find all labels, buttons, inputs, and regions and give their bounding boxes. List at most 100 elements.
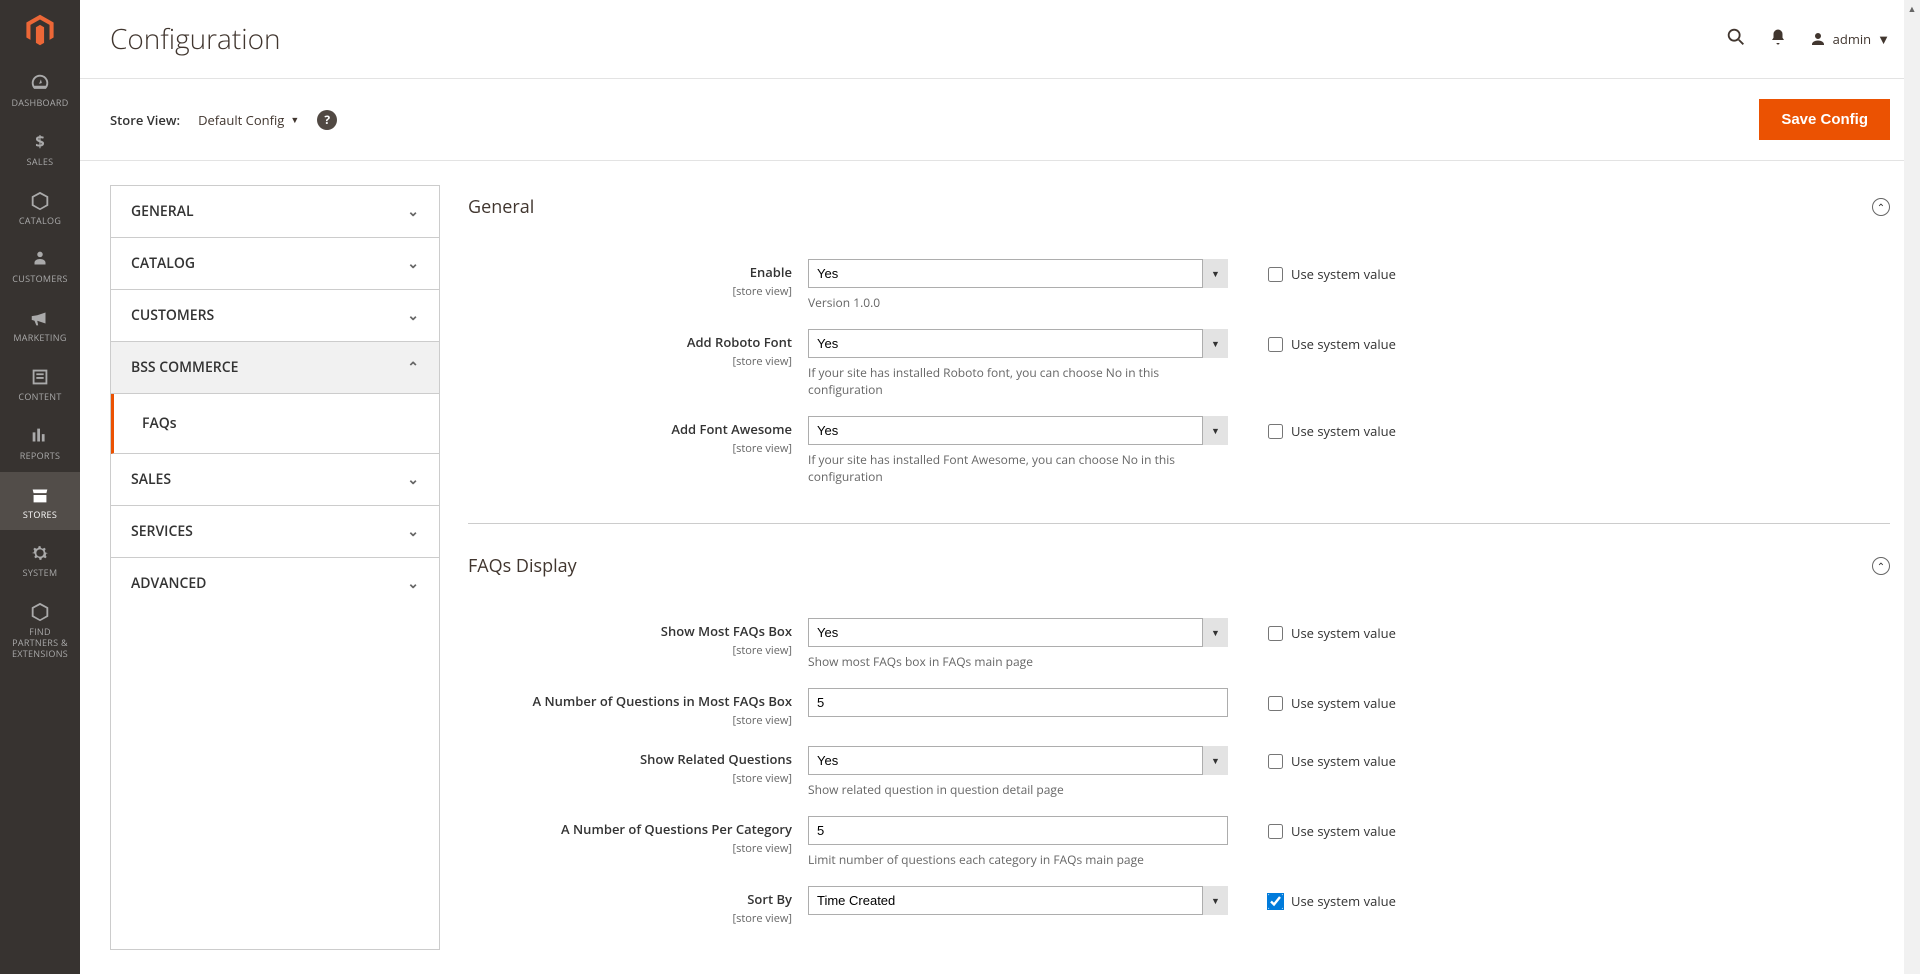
collapse-icon: ⌃	[1872, 198, 1890, 216]
config-tab-services[interactable]: SERVICES ⌄	[111, 506, 439, 558]
num-most-input[interactable]	[808, 688, 1228, 717]
nav-reports[interactable]: REPORTS	[0, 413, 80, 472]
use-system-checkbox[interactable]	[1268, 626, 1283, 641]
nav-dashboard[interactable]: DASHBOARD	[0, 60, 80, 119]
chevron-down-icon: ⌄	[407, 574, 419, 593]
nav-system[interactable]: SYSTEM	[0, 530, 80, 589]
tab-label: GENERAL	[131, 202, 194, 221]
field-note: If your site has installed Font Awesome,…	[808, 451, 1228, 485]
nav-content[interactable]: CONTENT	[0, 354, 80, 413]
field-label: Show Related Questions [store view]	[468, 746, 808, 786]
field-control: Yes ▼ If your site has installed Roboto …	[808, 329, 1228, 398]
use-system-checkbox[interactable]	[1268, 894, 1283, 909]
store-icon	[29, 484, 51, 506]
tab-label: BSS COMMERCE	[131, 358, 238, 377]
nav-partners[interactable]: FIND PARTNERS & EXTENSIONS	[0, 589, 80, 669]
header-actions: admin ▼	[1725, 26, 1890, 52]
config-tab-advanced[interactable]: ADVANCED ⌄	[111, 558, 439, 609]
nav-stores[interactable]: STORES	[0, 472, 80, 531]
chevron-down-icon: ⌄	[407, 470, 419, 489]
field-sort-by: Sort By [store view] Time Created ▼ Use …	[468, 886, 1890, 926]
config-tab-customers[interactable]: CUSTOMERS ⌄	[111, 290, 439, 342]
config-tab-bss-commerce[interactable]: BSS COMMERCE ⌃	[111, 342, 439, 394]
nav-label: CATALOG	[6, 216, 74, 227]
chevron-down-icon: ⌄	[407, 202, 419, 221]
help-icon[interactable]: ?	[317, 110, 337, 130]
roboto-select[interactable]: Yes	[808, 329, 1228, 358]
field-control: Yes ▼ Version 1.0.0	[808, 259, 1228, 311]
chevron-up-icon: ⌃	[407, 358, 419, 377]
use-system-checkbox[interactable]	[1268, 267, 1283, 282]
admin-sidebar: DASHBOARD $ SALES CATALOG CUSTOMERS MARK…	[0, 0, 80, 974]
tab-label: CUSTOMERS	[131, 306, 214, 325]
scrollbar[interactable]: ▲	[1904, 0, 1920, 974]
config-tab-general[interactable]: GENERAL ⌄	[111, 186, 439, 238]
tab-label: SERVICES	[131, 522, 193, 541]
chevron-down-icon: ⌄	[407, 522, 419, 541]
save-config-button[interactable]: Save Config	[1759, 99, 1890, 140]
use-system-checkbox[interactable]	[1268, 754, 1283, 769]
collapse-icon: ⌃	[1872, 557, 1890, 575]
partners-icon	[29, 601, 51, 623]
store-view-switcher[interactable]: Default Config ▼	[198, 111, 299, 129]
use-system-checkbox[interactable]	[1268, 424, 1283, 439]
config-nav: GENERAL ⌄ CATALOG ⌄ CUSTOMERS ⌄ BSS COMM…	[110, 185, 440, 950]
section-body-general: Enable [store view] Yes ▼ Version 1.0.0 …	[468, 229, 1890, 524]
toolbar-left: Store View: Default Config ▼ ?	[110, 110, 337, 130]
nav-customers[interactable]: CUSTOMERS	[0, 236, 80, 295]
field-note: Limit number of questions each category …	[808, 851, 1228, 868]
admin-user-menu[interactable]: admin ▼	[1809, 30, 1890, 48]
search-icon[interactable]	[1725, 26, 1747, 52]
config-tab-sales[interactable]: SALES ⌄	[111, 454, 439, 506]
sort-by-select[interactable]: Time Created	[808, 886, 1228, 915]
show-related-select[interactable]: Yes	[808, 746, 1228, 775]
field-label: Add Roboto Font [store view]	[468, 329, 808, 369]
page-header: Configuration admin ▼	[80, 0, 1920, 79]
use-system-checkbox[interactable]	[1268, 824, 1283, 839]
section-header-faqs-display[interactable]: FAQs Display ⌃	[468, 544, 1890, 588]
section-header-general[interactable]: General ⌃	[468, 185, 1890, 229]
use-system-value: Use system value	[1268, 259, 1396, 283]
chevron-down-icon: ▼	[1877, 30, 1890, 48]
main-area: Configuration admin ▼ Store View: Defaul…	[80, 0, 1920, 974]
use-system-label: Use system value	[1291, 822, 1396, 840]
use-system-label: Use system value	[1291, 422, 1396, 440]
section-body-faqs-display: Show Most FAQs Box [store view] Yes ▼ Sh…	[468, 588, 1890, 964]
person-icon	[29, 248, 51, 270]
nav-marketing[interactable]: MARKETING	[0, 295, 80, 354]
nav-label: STORES	[6, 510, 74, 521]
config-subtab-faqs[interactable]: FAQs	[111, 394, 439, 454]
field-control	[808, 688, 1228, 717]
tab-label: ADVANCED	[131, 574, 206, 593]
num-cat-input[interactable]	[808, 816, 1228, 845]
scroll-up-icon: ▲	[1904, 0, 1920, 16]
field-label: A Number of Questions in Most FAQs Box […	[468, 688, 808, 728]
field-roboto: Add Roboto Font [store view] Yes ▼ If yo…	[468, 329, 1890, 398]
use-system-checkbox[interactable]	[1268, 337, 1283, 352]
field-num-per-category: A Number of Questions Per Category [stor…	[468, 816, 1890, 868]
use-system-checkbox[interactable]	[1268, 696, 1283, 711]
enable-select[interactable]: Yes	[808, 259, 1228, 288]
nav-sales[interactable]: $ SALES	[0, 119, 80, 178]
fontawesome-select[interactable]: Yes	[808, 416, 1228, 445]
nav-label: CONTENT	[6, 392, 74, 403]
use-system-label: Use system value	[1291, 335, 1396, 353]
dollar-icon: $	[29, 131, 51, 153]
config-subnav: FAQs	[111, 394, 439, 454]
field-control: Yes ▼ Show related question in question …	[808, 746, 1228, 798]
nav-catalog[interactable]: CATALOG	[0, 178, 80, 237]
notifications-icon[interactable]	[1769, 28, 1787, 50]
field-control: Time Created ▼	[808, 886, 1228, 915]
field-control: Limit number of questions each category …	[808, 816, 1228, 868]
use-system-value: Use system value	[1268, 618, 1396, 642]
tab-label: SALES	[131, 470, 171, 489]
field-enable: Enable [store view] Yes ▼ Version 1.0.0 …	[468, 259, 1890, 311]
nav-label: CUSTOMERS	[6, 274, 74, 285]
field-label: Sort By [store view]	[468, 886, 808, 926]
show-most-select[interactable]: Yes	[808, 618, 1228, 647]
nav-label: REPORTS	[6, 451, 74, 462]
config-tab-catalog[interactable]: CATALOG ⌄	[111, 238, 439, 290]
use-system-label: Use system value	[1291, 752, 1396, 770]
use-system-value: Use system value	[1268, 416, 1396, 440]
magento-logo[interactable]	[0, 0, 80, 60]
